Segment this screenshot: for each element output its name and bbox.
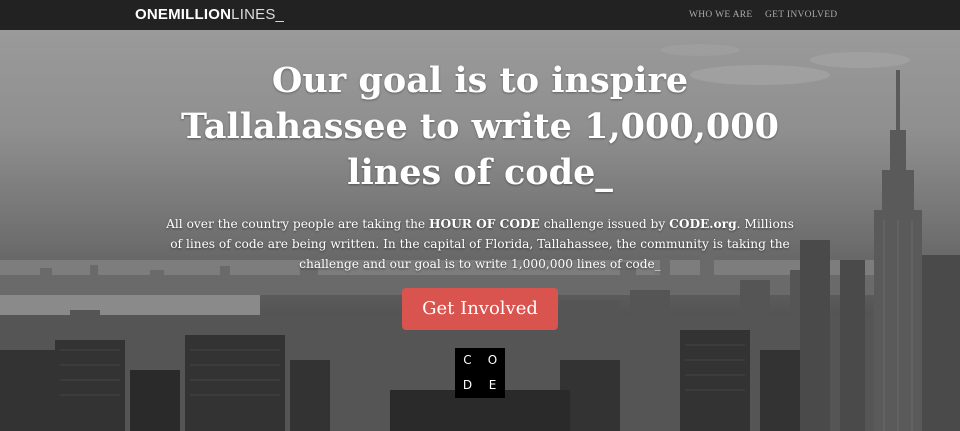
code-logo-letter: C — [463, 353, 472, 367]
intro-hour-of-code: HOUR OF CODE — [429, 217, 540, 231]
intro-text: challenge issued by — [539, 217, 670, 231]
nav-link-get-involved[interactable]: GET INVOLVED — [765, 10, 837, 20]
brand-bold-text: ONEMILLION — [135, 6, 232, 23]
hero-headline: Our goal is to inspire Tallahassee to wr… — [0, 58, 960, 196]
get-involved-button[interactable]: Get Involved — [402, 288, 558, 330]
code-org-logo[interactable]: C O D E — [455, 348, 505, 398]
navbar: ONEMILLIONLINES_ WHO WE ARE GET INVOLVED — [0, 0, 960, 30]
code-logo-letter: D — [462, 378, 473, 392]
nav-link-who-we-are[interactable]: WHO WE ARE — [689, 10, 753, 20]
brand-light-text: LINES_ — [231, 6, 285, 23]
code-logo-letter: E — [488, 378, 497, 392]
hero-section: Our goal is to inspire Tallahassee to wr… — [0, 30, 960, 431]
code-logo-letter: O — [487, 353, 498, 367]
brand-logo[interactable]: ONEMILLIONLINES_ — [135, 6, 284, 23]
headline-line: Our goal is to inspire — [271, 60, 689, 101]
intro-code-org: CODE.org — [669, 217, 737, 231]
headline-line: lines of code_ — [347, 152, 613, 193]
hero-intro-paragraph: All over the country people are taking t… — [160, 214, 800, 274]
headline-line: Tallahassee to write 1,000,000 — [181, 106, 779, 147]
intro-text: All over the country people are taking t… — [166, 217, 430, 231]
